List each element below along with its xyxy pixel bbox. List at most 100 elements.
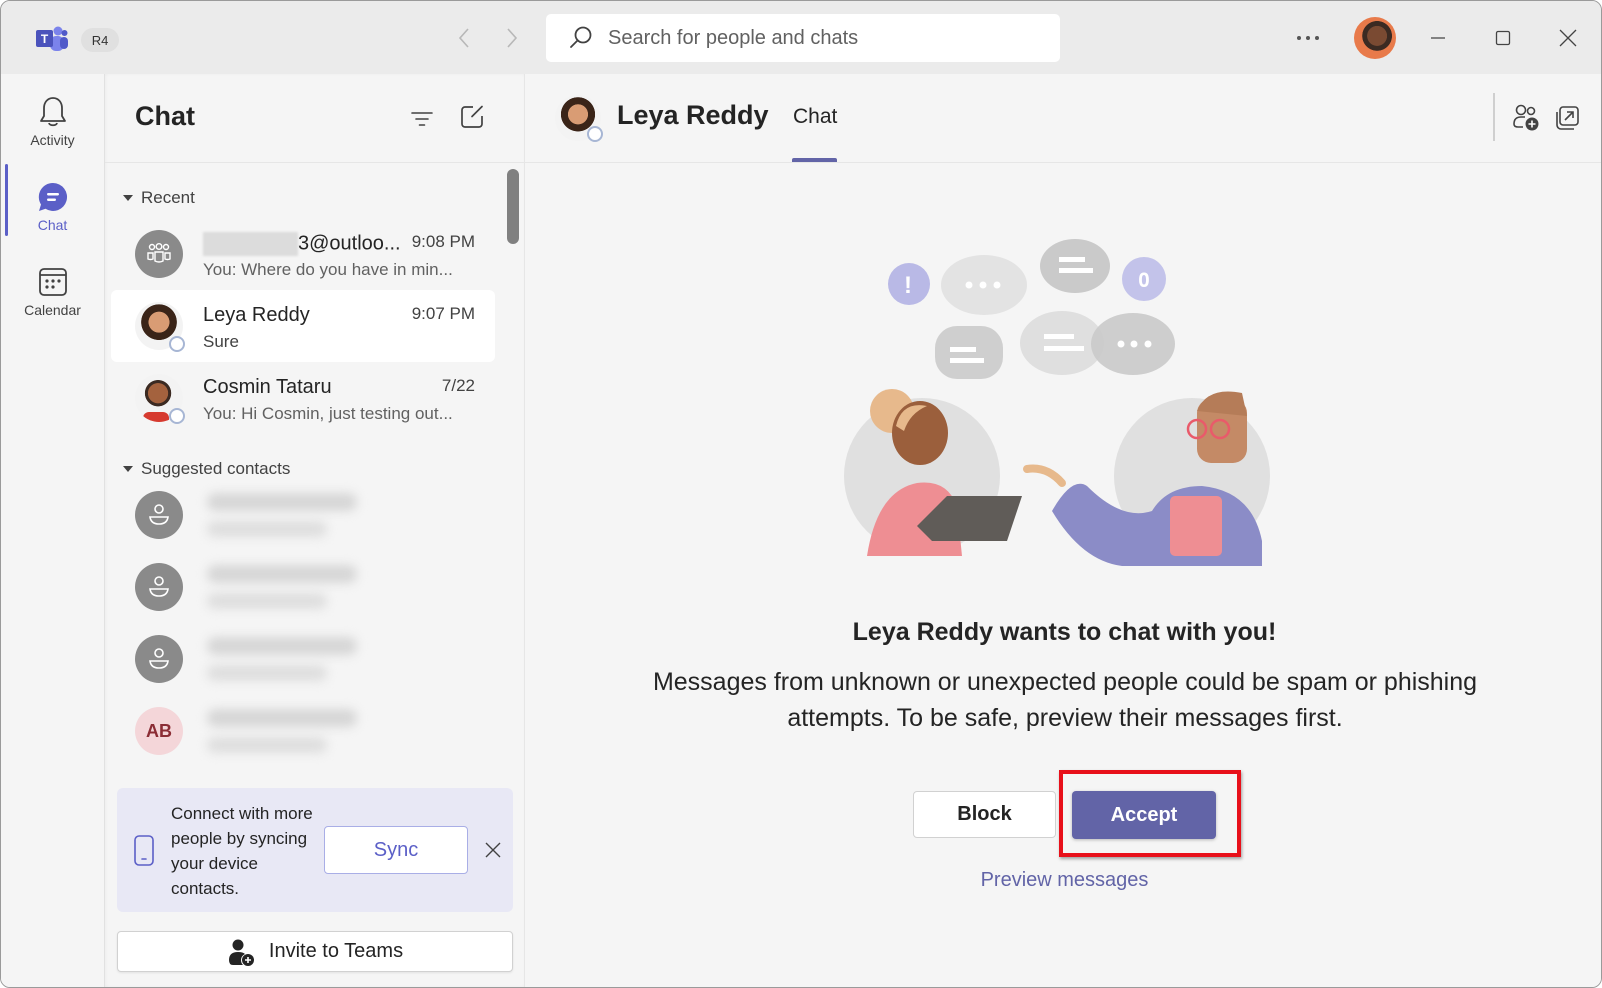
blurred-contact-info [197,629,387,691]
chat-list-item[interactable]: 3@outloo... 9:08 PM You: Where do you ha… [111,218,495,290]
add-person-icon [228,939,254,966]
minimize-button[interactable] [1421,21,1455,55]
filter-icon [411,112,433,126]
close-window-button[interactable] [1551,21,1585,55]
initials-avatar: AB [135,707,183,755]
accept-button[interactable]: Accept [1072,791,1216,839]
woman-with-laptop-illustration [844,389,1022,556]
add-people-button[interactable] [1510,101,1544,135]
suggested-contact[interactable]: AB [111,695,495,767]
caret-down-icon [123,466,133,472]
chat-list-pane: Chat Recent 3@outloo... 9:08 PM You: Whe… [104,74,524,987]
chat-list-item-selected[interactable]: Leya Reddy 9:07 PM Sure [111,290,495,362]
speech-bubbles-illustration: ! 𝟎 [888,239,1175,379]
sync-button[interactable]: Sync [324,826,468,874]
more-horizontal-icon [1297,36,1319,40]
blurred-contact-info [197,557,387,619]
chat-main-pane: Leya Reddy Chat ! 𝟎 Leya Reddy wants to … [524,74,1601,987]
suggested-contact[interactable] [111,551,495,623]
chat-list-header: Chat [105,74,524,163]
chat-request-illustration: ! 𝟎 [844,239,1270,566]
svg-text:!: ! [904,272,912,299]
chat-icon [37,181,69,213]
svg-text:T: T [41,32,49,46]
presence-offline-icon [169,336,185,352]
rail-label-chat: Chat [37,217,68,233]
search-box[interactable] [546,14,1060,62]
section-recent[interactable]: Recent [123,188,195,208]
chat-item-name: Cosmin Tataru [203,376,332,398]
person-icon [135,491,183,539]
ring-badge: R4 [81,28,119,52]
chat-header: Leya Reddy Chat [525,74,1601,163]
chat-item-time: 7/22 [441,376,475,395]
pop-out-icon [1556,106,1579,130]
profile-avatar[interactable] [1354,17,1396,59]
close-icon [1559,29,1577,47]
chat-item-preview: You: Where do you have in min... [203,260,453,279]
section-suggested-contacts[interactable]: Suggested contacts [123,459,290,479]
search-input[interactable] [608,26,1028,50]
maximize-button[interactable] [1486,21,1520,55]
chat-request-warning: Messages from unknown or unexpected peop… [652,668,1478,732]
maximize-icon [1495,30,1511,46]
invite-label: Invite to Teams [268,940,404,962]
sync-contacts-card: Connect with more people by syncing your… [117,788,513,912]
preview-messages-link[interactable]: Preview messages [525,869,1601,892]
bell-icon [37,96,69,128]
caret-down-icon [123,195,133,201]
group-avatar [135,230,183,278]
filter-button[interactable] [405,102,439,136]
chevron-left-icon [458,28,469,48]
phone-icon [134,835,154,866]
blurred-contact-info [197,701,387,763]
rail-item-activity[interactable]: Activity [1,84,104,164]
invite-to-teams-button[interactable]: Invite to Teams [117,931,513,972]
close-icon [485,842,501,858]
section-suggested-label: Suggested contacts [141,459,291,478]
chat-list-item[interactable]: Cosmin Tataru 7/22 You: Hi Cosmin, just … [111,362,495,434]
chat-list-title: Chat [135,101,195,131]
block-button[interactable]: Block [913,791,1056,838]
new-chat-button[interactable] [455,100,489,134]
suggested-contact[interactable] [111,479,495,551]
app-rail: Activity Chat Calendar [1,74,104,987]
dismiss-sync-button[interactable] [481,838,505,862]
more-options-button[interactable] [1291,25,1325,51]
chat-item-preview: You: Hi Cosmin, just testing out... [203,404,453,423]
compose-icon [461,105,483,128]
rail-label-calendar: Calendar [24,302,81,318]
group-icon [147,243,171,263]
redacted-text [203,232,298,256]
man-with-tablet-illustration [1023,391,1270,566]
rail-label-activity: Activity [30,132,75,148]
chat-item-name: Leya Reddy [203,304,310,326]
header-divider [1493,93,1495,141]
chat-list-scrollbar[interactable] [507,169,519,244]
forward-button[interactable] [499,25,525,51]
back-button[interactable] [451,25,477,51]
rail-item-chat[interactable]: Chat [1,169,104,249]
minimize-icon [1431,37,1445,39]
presence-offline-icon [169,408,185,424]
presence-offline-icon [587,126,603,142]
chat-request-title: Leya Reddy wants to chat with you! [852,618,1277,646]
person-icon [135,635,183,683]
contact-name: Leya Reddy [617,100,769,130]
tab-chat[interactable]: Chat [793,105,837,129]
person-icon [135,563,183,611]
section-recent-label: Recent [141,188,195,207]
svg-text:𝟎: 𝟎 [1138,270,1149,292]
chevron-right-icon [507,28,518,48]
calendar-icon [37,266,69,298]
add-people-icon [1513,104,1539,131]
chat-item-time: 9:08 PM [411,232,475,251]
chat-item-name: 3@outloo... [203,232,401,256]
teams-logo-icon: T [36,25,68,55]
pop-out-button[interactable] [1550,101,1584,135]
suggested-contact[interactable] [111,623,495,695]
search-icon [570,26,592,48]
sync-message: Connect with more people by syncing your… [171,804,313,898]
teams-window: T R4 Search for people and chats Activit… [0,0,1602,988]
rail-item-calendar[interactable]: Calendar [1,254,104,334]
